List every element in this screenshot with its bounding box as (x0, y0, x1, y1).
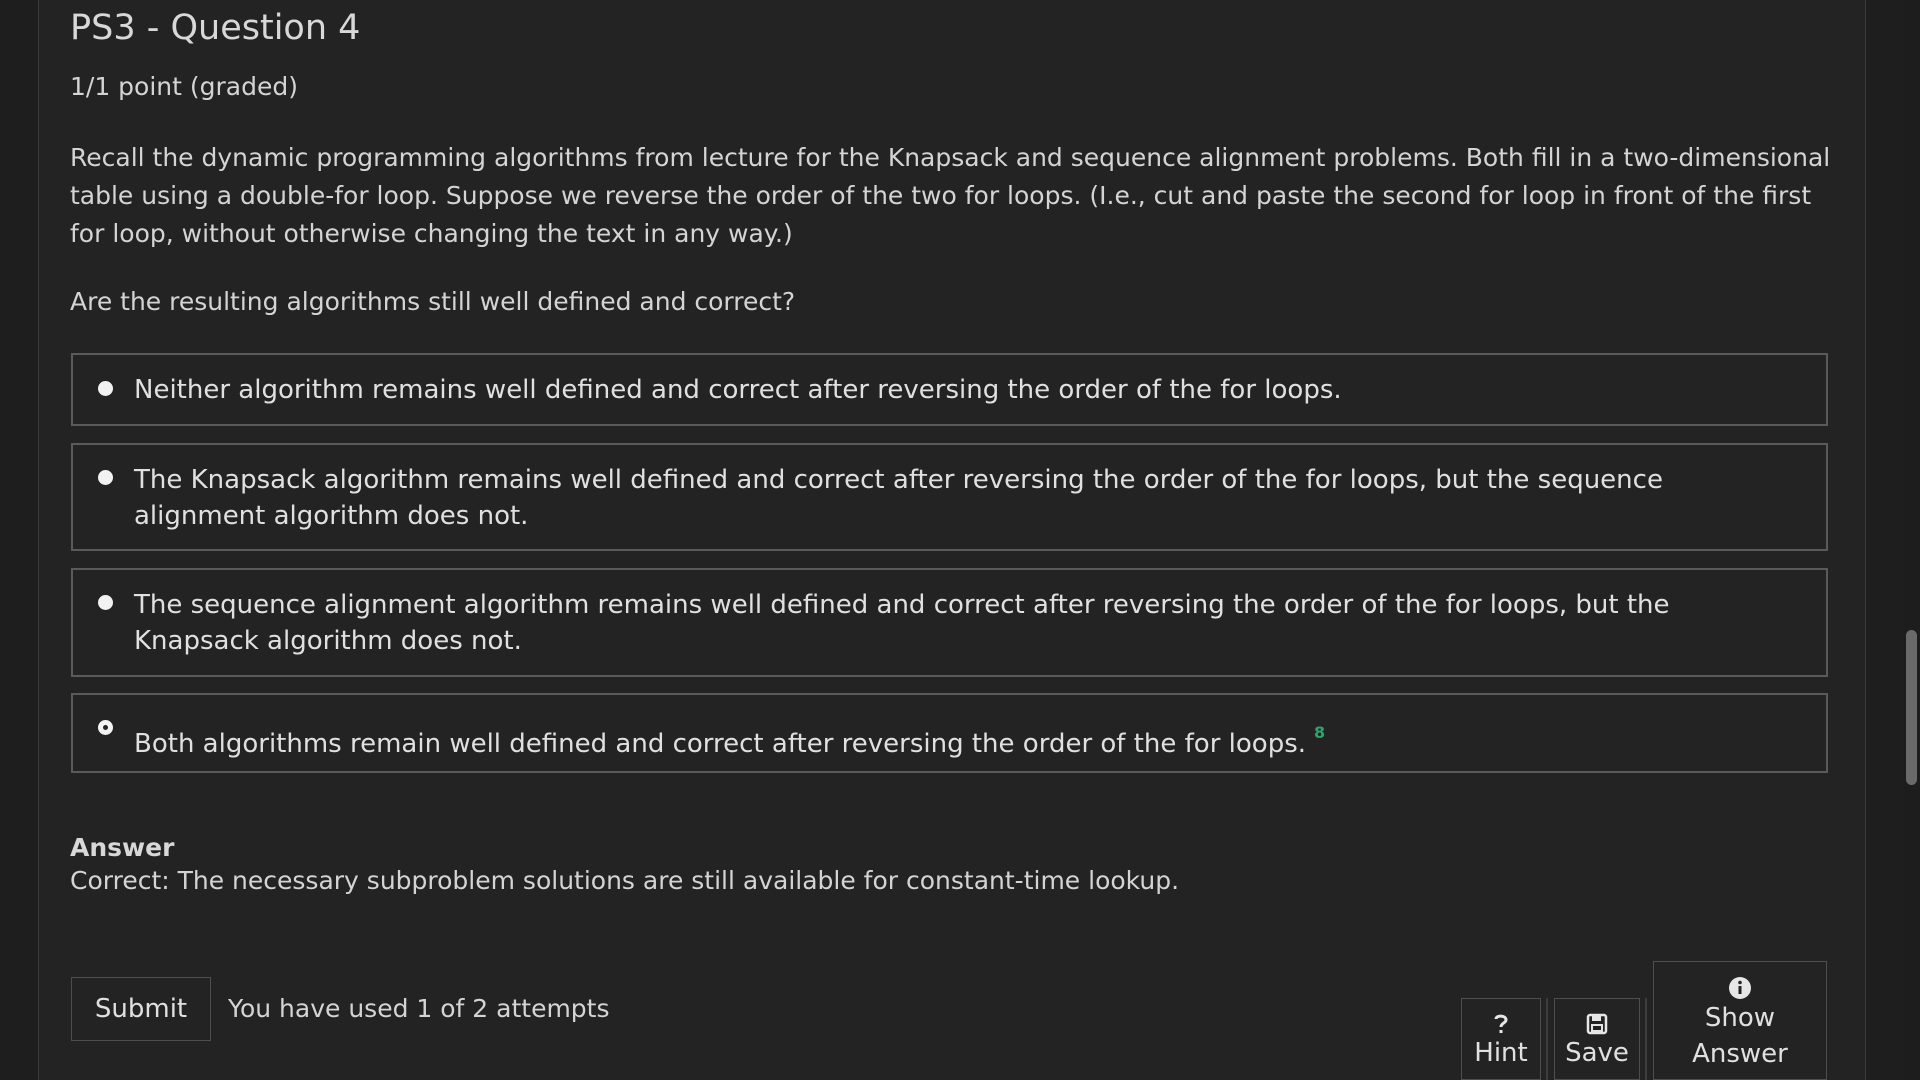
problem-prompt: Recall the dynamic programming algorithm… (70, 143, 1831, 248)
choice-label: Both algorithms remain well defined and … (134, 715, 1786, 762)
answer-heading: Answer (70, 833, 175, 862)
divider (1645, 998, 1647, 1080)
choice-label: The sequence alignment algorithm remains… (134, 590, 1670, 656)
radio-button-selected[interactable] (98, 720, 113, 735)
right-gutter (1865, 0, 1904, 1080)
attempts-text: You have used 1 of 2 attempts (228, 994, 610, 1023)
choice-option-3[interactable]: The sequence alignment algorithm remains… (71, 568, 1828, 677)
correct-indicator-icon: 8 (1314, 723, 1326, 742)
save-button[interactable]: Save (1554, 998, 1640, 1080)
question-text: Are the resulting algorithms still well … (70, 287, 796, 316)
info-circle-icon (1729, 977, 1751, 999)
floppy-disk-icon (1586, 1013, 1608, 1035)
left-gutter (0, 0, 39, 1080)
show-answer-button[interactable]: Show Answer (1653, 961, 1827, 1080)
choice-option-4[interactable]: Both algorithms remain well defined and … (71, 693, 1828, 773)
radio-button[interactable] (98, 381, 113, 396)
choice-label-text: Both algorithms remain well defined and … (134, 729, 1307, 759)
points-status: 1/1 point (graded) (70, 72, 298, 101)
choice-option-2[interactable]: The Knapsack algorithm remains well defi… (71, 443, 1828, 551)
hint-button[interactable]: Hint (1461, 998, 1541, 1080)
answer-explanation: Correct: The necessary subproblem soluti… (70, 866, 1180, 895)
save-label: Save (1565, 1038, 1629, 1068)
scrollbar-thumb[interactable] (1906, 630, 1917, 785)
choice-option-1[interactable]: Neither algorithm remains well defined a… (71, 353, 1828, 426)
radio-button[interactable] (98, 595, 113, 610)
choice-label: The Knapsack algorithm remains well defi… (134, 465, 1663, 531)
scrollbar-track[interactable] (1903, 0, 1920, 1080)
submit-button[interactable]: Submit (71, 977, 211, 1041)
radio-button[interactable] (98, 470, 113, 485)
hint-label: Hint (1474, 1038, 1528, 1068)
divider (1546, 998, 1548, 1080)
choice-label: Neither algorithm remains well defined a… (134, 375, 1342, 405)
show-answer-label-line1: Show (1704, 1003, 1776, 1033)
question-icon (1494, 1014, 1508, 1033)
problem-title: PS3 - Question 4 (70, 8, 361, 48)
show-answer-label-line2: Answer (1692, 1039, 1788, 1069)
